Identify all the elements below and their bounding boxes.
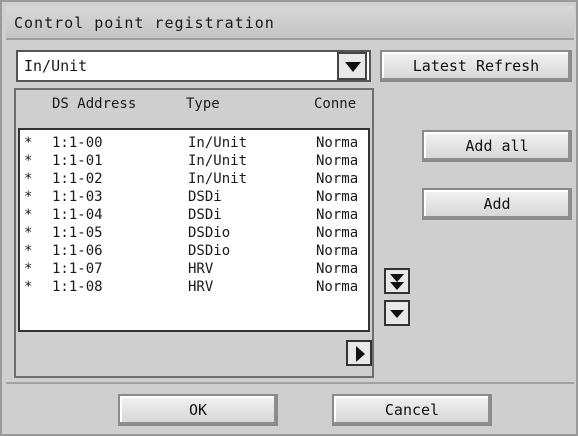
cell-connection: Norma [316, 135, 359, 151]
cell-connection: Norma [316, 207, 359, 223]
cell-type: In/Unit [188, 135, 248, 151]
cell-address: 1:1-03 [52, 189, 103, 205]
ok-button[interactable]: OK [118, 394, 278, 426]
type-filter-select[interactable]: In/Unit [16, 50, 371, 82]
cell-address: 1:1-00 [52, 135, 103, 151]
column-header-ds-address[interactable]: DS Address [52, 96, 136, 112]
cell-connection: Norma [316, 189, 359, 205]
cell-type: In/Unit [188, 153, 248, 169]
column-header-type[interactable]: Type [186, 96, 220, 112]
row-marker: * [24, 171, 33, 187]
row-marker: * [24, 153, 33, 169]
row-marker: * [24, 261, 33, 277]
cell-address: 1:1-07 [52, 261, 103, 277]
control-point-registration-dialog: Control point registration In/Unit Lates… [0, 0, 578, 436]
chevron-down-icon[interactable] [384, 300, 410, 326]
table-row[interactable]: * 1:1-08 HRV Norma [20, 278, 368, 296]
cell-type: HRV [188, 261, 214, 277]
control-point-list[interactable]: * 1:1-00 In/Unit Norma * 1:1-01 In/Unit … [18, 128, 370, 332]
row-marker: * [24, 279, 33, 295]
table-row[interactable]: * 1:1-01 In/Unit Norma [20, 152, 368, 170]
table-row[interactable]: * 1:1-05 DSDio Norma [20, 224, 368, 242]
double-chevron-down-icon[interactable] [384, 268, 410, 294]
cell-address: 1:1-01 [52, 153, 103, 169]
cell-type: In/Unit [188, 171, 248, 187]
cell-address: 1:1-05 [52, 225, 103, 241]
row-marker: * [24, 135, 33, 151]
add-button[interactable]: Add [422, 188, 572, 220]
add-all-button[interactable]: Add all [422, 130, 572, 162]
cell-address: 1:1-04 [52, 207, 103, 223]
cell-type: DSDio [188, 243, 231, 259]
cell-type: DSDi [188, 207, 222, 223]
chevron-right-icon[interactable] [346, 340, 372, 366]
row-marker: * [24, 207, 33, 223]
cell-type: DSDio [188, 225, 231, 241]
table-row[interactable]: * 1:1-02 In/Unit Norma [20, 170, 368, 188]
cell-connection: Norma [316, 243, 359, 259]
cell-type: DSDi [188, 189, 222, 205]
cell-address: 1:1-08 [52, 279, 103, 295]
row-marker: * [24, 243, 33, 259]
cell-connection: Norma [316, 153, 359, 169]
cell-connection: Norma [316, 261, 359, 277]
cell-connection: Norma [316, 279, 359, 295]
row-marker: * [24, 225, 33, 241]
cell-type: HRV [188, 279, 214, 295]
list-header: DS Address Type Conne [18, 94, 370, 120]
window-title: Control point registration [6, 6, 574, 40]
cell-connection: Norma [316, 171, 359, 187]
row-marker: * [24, 189, 33, 205]
cell-address: 1:1-02 [52, 171, 103, 187]
table-row[interactable]: * 1:1-00 In/Unit Norma [20, 134, 368, 152]
cell-connection: Norma [316, 225, 359, 241]
column-header-connection[interactable]: Conne [314, 96, 356, 112]
latest-refresh-button[interactable]: Latest Refresh [380, 50, 572, 82]
table-row[interactable]: * 1:1-06 DSDio Norma [20, 242, 368, 260]
table-row[interactable]: * 1:1-04 DSDi Norma [20, 206, 368, 224]
cancel-button[interactable]: Cancel [332, 394, 492, 426]
cell-address: 1:1-06 [52, 243, 103, 259]
chevron-down-icon[interactable] [337, 52, 367, 80]
table-row[interactable]: * 1:1-03 DSDi Norma [20, 188, 368, 206]
table-row[interactable]: * 1:1-07 HRV Norma [20, 260, 368, 278]
